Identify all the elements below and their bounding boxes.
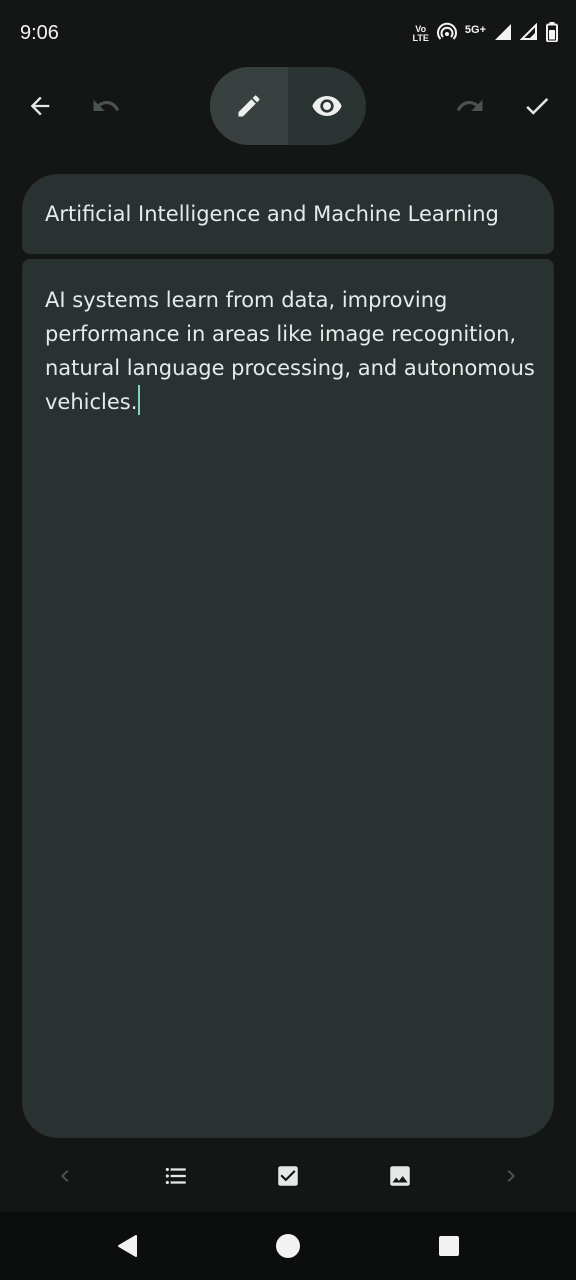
body-field[interactable]: AI systems learn from data, improving pe…: [22, 259, 554, 1138]
back-triangle-icon: [118, 1235, 137, 1257]
network-type: 5G+: [464, 24, 486, 36]
back-button[interactable]: [16, 82, 64, 130]
eye-icon: [312, 96, 342, 116]
redo-icon: [456, 99, 483, 111]
bulleted-list-button[interactable]: [156, 1156, 196, 1196]
editor-toolbar: [0, 66, 576, 146]
system-recents-button[interactable]: [429, 1226, 469, 1266]
title-field[interactable]: Artificial Intelligence and Machine Lear…: [22, 174, 554, 254]
status-icons: Vo LTE 5G+: [413, 22, 558, 46]
text-cursor: [138, 385, 141, 415]
scroll-left-button[interactable]: [45, 1156, 85, 1196]
chevron-left-icon: [61, 1170, 69, 1182]
chevron-right-icon: [507, 1170, 515, 1182]
home-circle-icon: [276, 1234, 300, 1258]
system-nav-bar: [0, 1212, 576, 1280]
insert-image-button[interactable]: [380, 1156, 420, 1196]
checkbox-button[interactable]: [268, 1156, 308, 1196]
signal-secondary-icon: [519, 22, 538, 45]
volte-indicator: Vo LTE: [412, 24, 429, 43]
hotspot-icon: [436, 22, 457, 46]
done-button[interactable]: [513, 82, 561, 130]
edit-mode-button[interactable]: [210, 67, 288, 145]
redo-button[interactable]: [446, 82, 494, 130]
pencil-icon: [238, 95, 260, 117]
check-icon: [526, 97, 549, 115]
system-home-button[interactable]: [268, 1226, 308, 1266]
undo-button[interactable]: [82, 82, 130, 130]
system-back-button[interactable]: [108, 1226, 148, 1266]
mode-toggle: [210, 67, 366, 145]
note-editor-screen: 9:06 Vo LTE 5G+ Artificial Intelligence …: [0, 0, 576, 1280]
recents-square-icon: [439, 1236, 459, 1256]
bulleted-list-icon: [165, 1167, 186, 1185]
note-body-container: AI systems learn from data, improving pe…: [45, 283, 540, 419]
battery-icon: [546, 22, 558, 46]
image-icon: [390, 1166, 410, 1186]
arrow-left-icon: [30, 96, 50, 116]
scroll-right-button[interactable]: [491, 1156, 531, 1196]
undo-icon: [93, 99, 120, 111]
note-body: AI systems learn from data, improving pe…: [45, 288, 535, 414]
checkbox-icon: [278, 1166, 298, 1186]
signal-icon: [494, 23, 512, 45]
note-title: Artificial Intelligence and Machine Lear…: [45, 202, 499, 226]
format-bar: [0, 1148, 576, 1204]
preview-mode-button[interactable]: [288, 67, 366, 145]
status-time: 9:06: [20, 22, 59, 44]
status-bar: 9:06 Vo LTE 5G+: [0, 0, 576, 70]
